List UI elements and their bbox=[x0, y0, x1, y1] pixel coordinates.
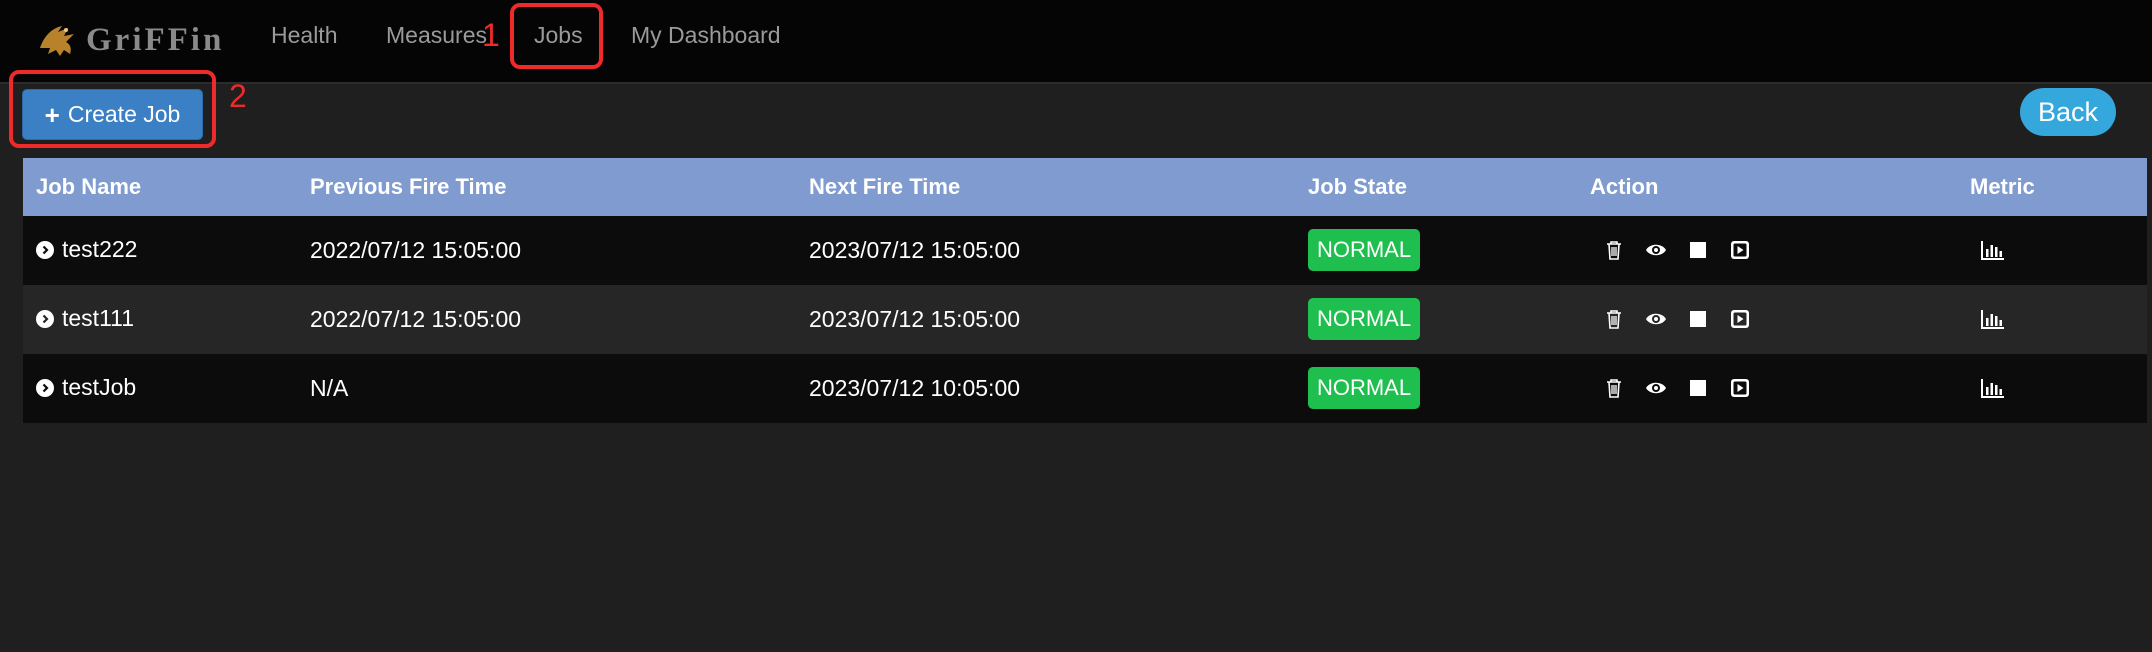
header-job-name: Job Name bbox=[36, 174, 142, 199]
nav-jobs[interactable]: Jobs bbox=[534, 22, 583, 49]
nav-my-dashboard[interactable]: My Dashboard bbox=[631, 22, 781, 49]
stop-icon[interactable] bbox=[1687, 307, 1709, 331]
eye-icon[interactable] bbox=[1645, 376, 1667, 400]
back-button[interactable]: Back bbox=[2020, 88, 2116, 136]
table-header: Job Name Previous Fire Time Next Fire Ti… bbox=[23, 158, 2147, 216]
header-metric: Metric bbox=[1970, 174, 2035, 199]
job-state-badge: NORMAL bbox=[1308, 367, 1420, 409]
bar-chart-icon[interactable] bbox=[1980, 307, 2006, 331]
action-group bbox=[1603, 238, 1751, 262]
job-name-cell: test222 bbox=[36, 236, 137, 263]
plus-icon: + bbox=[44, 99, 60, 130]
job-name: test222 bbox=[62, 236, 138, 262]
header-next-fire-time: Next Fire Time bbox=[809, 174, 961, 199]
annotation-number-1: 1 bbox=[482, 17, 500, 53]
job-state-badge: NORMAL bbox=[1308, 298, 1420, 340]
annotation-number-2: 2 bbox=[229, 78, 247, 114]
job-name-cell: testJob bbox=[36, 374, 136, 401]
stop-icon[interactable] bbox=[1687, 376, 1709, 400]
trash-icon[interactable] bbox=[1603, 238, 1625, 262]
previous-fire-time: 2022/07/12 15:05:00 bbox=[310, 237, 522, 263]
stop-icon[interactable] bbox=[1687, 238, 1709, 262]
play-icon[interactable] bbox=[1729, 376, 1751, 400]
griffin-logo-icon bbox=[40, 26, 74, 56]
header-job-state: Job State bbox=[1308, 174, 1408, 199]
play-icon[interactable] bbox=[1729, 238, 1751, 262]
trash-icon[interactable] bbox=[1603, 307, 1625, 331]
previous-fire-time: 2022/07/12 15:05:00 bbox=[310, 306, 522, 332]
job-name: test111 bbox=[62, 305, 135, 331]
previous-fire-time: N/A bbox=[310, 375, 349, 401]
brand-name: GriFFin bbox=[86, 21, 225, 58]
action-group bbox=[1603, 307, 1751, 331]
job-name: testJob bbox=[62, 374, 137, 400]
job-state-badge: NORMAL bbox=[1308, 229, 1420, 271]
top-navbar: GriFFin Health Measures Jobs My Dashboar… bbox=[0, 0, 2152, 84]
job-name-cell: test111 bbox=[36, 305, 134, 332]
trash-icon[interactable] bbox=[1603, 376, 1625, 400]
brand-logo[interactable]: GriFFin bbox=[36, 12, 224, 68]
play-icon[interactable] bbox=[1729, 307, 1751, 331]
header-action: Action bbox=[1590, 174, 1659, 199]
chevron-circle-right-icon[interactable] bbox=[36, 378, 54, 397]
chevron-circle-right-icon[interactable] bbox=[36, 240, 54, 259]
nav-health[interactable]: Health bbox=[271, 22, 337, 49]
create-job-label: Create Job bbox=[67, 101, 181, 127]
action-group bbox=[1603, 376, 1751, 400]
table-row: testJob N/A 2023/07/12 10:05:00 NORMAL bbox=[23, 354, 2147, 423]
bar-chart-icon[interactable] bbox=[1980, 376, 2006, 400]
table-row: test111 2022/07/12 15:05:00 2023/07/12 1… bbox=[23, 285, 2147, 354]
table-row: test222 2022/07/12 15:05:00 2023/07/12 1… bbox=[23, 216, 2147, 285]
nav-measures[interactable]: Measures bbox=[386, 22, 487, 49]
chevron-circle-right-icon[interactable] bbox=[36, 309, 54, 328]
jobs-table: Job Name Previous Fire Time Next Fire Ti… bbox=[23, 158, 2147, 423]
eye-icon[interactable] bbox=[1645, 238, 1667, 262]
next-fire-time: 2023/07/12 15:05:00 bbox=[809, 306, 1021, 332]
next-fire-time: 2023/07/12 15:05:00 bbox=[809, 237, 1021, 263]
next-fire-time: 2023/07/12 10:05:00 bbox=[809, 375, 1021, 401]
header-previous-fire-time: Previous Fire Time bbox=[310, 174, 507, 199]
create-job-button[interactable]: + Create Job bbox=[22, 89, 203, 140]
eye-icon[interactable] bbox=[1645, 307, 1667, 331]
bar-chart-icon[interactable] bbox=[1980, 238, 2006, 262]
